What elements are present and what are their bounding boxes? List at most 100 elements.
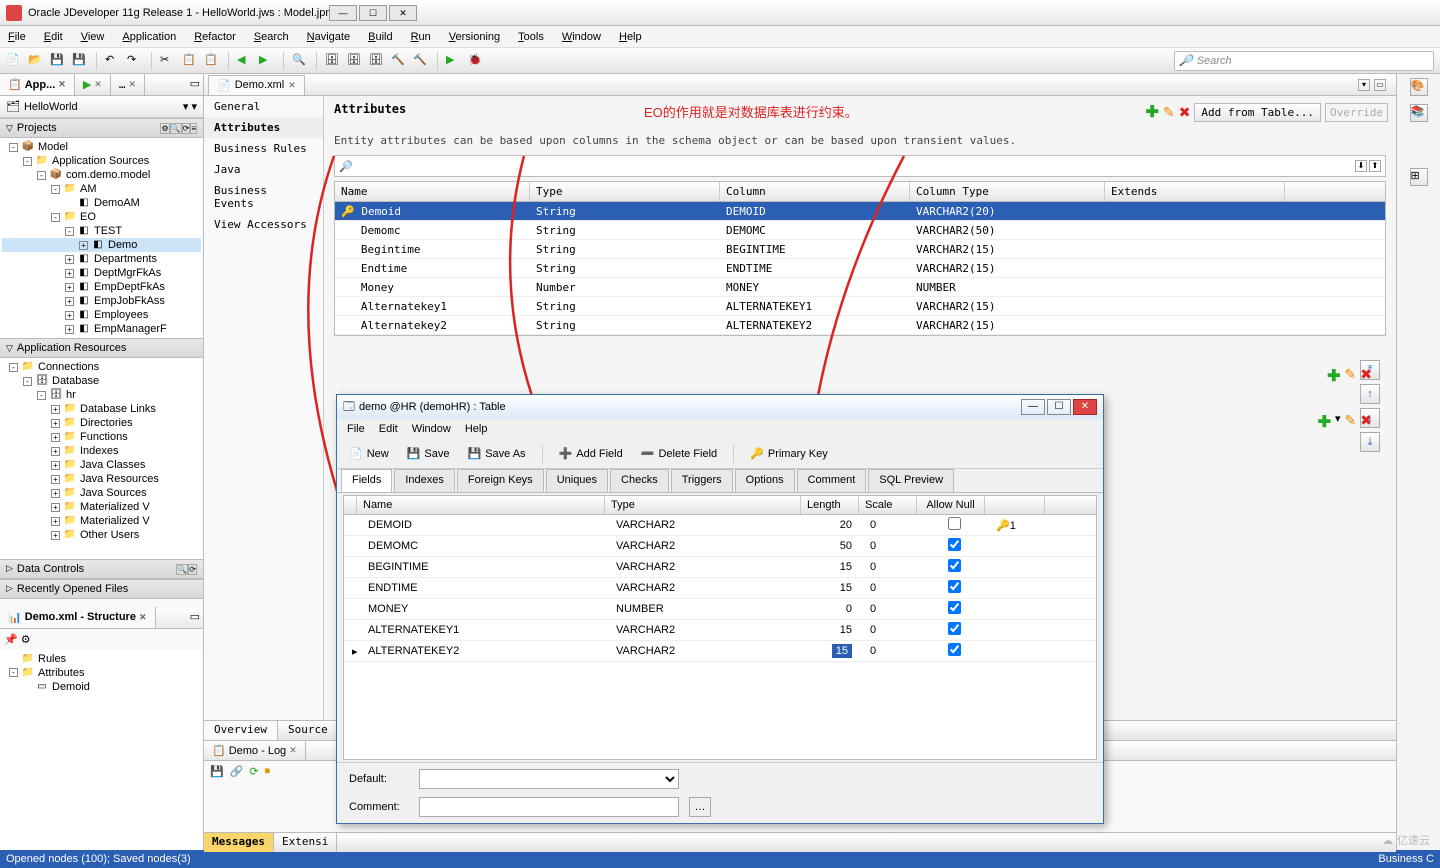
- field-row[interactable]: MONEYNUMBER00: [344, 599, 1096, 620]
- allownull-checkbox[interactable]: [948, 643, 961, 656]
- primary-key-button[interactable]: 🔑Primary Key: [746, 445, 832, 462]
- expand-toggle[interactable]: +: [65, 255, 74, 264]
- col-columntype[interactable]: Column Type: [910, 182, 1105, 201]
- tree-node[interactable]: +📁Other Users: [2, 528, 201, 542]
- close-icon[interactable]: ✕: [58, 79, 66, 90]
- save-icon[interactable]: 💾: [50, 53, 66, 69]
- up-icon[interactable]: ⬆: [1369, 160, 1381, 172]
- tree-node[interactable]: -◧TEST: [2, 224, 201, 238]
- add-from-table-button[interactable]: Add from Table...: [1194, 103, 1321, 122]
- close-icon[interactable]: ✕: [139, 612, 147, 623]
- close-icon[interactable]: ✕: [289, 745, 297, 756]
- dropdown-icon[interactable]: ▾: [1358, 79, 1370, 91]
- field-row[interactable]: ALTERNATEKEY1VARCHAR2150: [344, 620, 1096, 641]
- col-name[interactable]: Name: [357, 496, 605, 514]
- comment-expand-button[interactable]: …: [689, 797, 711, 817]
- attribute-row[interactable]: 🔑 DemoidStringDEMOIDVARCHAR2(20): [335, 202, 1385, 221]
- expand-toggle[interactable]: -: [9, 363, 18, 372]
- copy-icon[interactable]: 📋: [182, 53, 198, 69]
- saveall-icon[interactable]: 💾: [72, 53, 88, 69]
- tree-node[interactable]: -📁AM: [2, 182, 201, 196]
- expand-toggle[interactable]: +: [51, 489, 60, 498]
- allownull-checkbox[interactable]: [948, 601, 961, 614]
- undo-icon[interactable]: ↶: [105, 53, 121, 69]
- tab-indexes[interactable]: Indexes: [394, 469, 455, 492]
- dlg-maximize[interactable]: ☐: [1047, 399, 1071, 415]
- saveas-button[interactable]: 💾Save As: [464, 445, 530, 462]
- structure-tree[interactable]: 📁Rules-📁Attributes ▭Demoid: [0, 650, 203, 850]
- filter-icon[interactable]: 🔎: [339, 160, 353, 173]
- log-link-icon[interactable]: 🔗: [230, 765, 244, 778]
- log-save-icon[interactable]: 💾: [210, 765, 224, 778]
- log-stop-icon[interactable]: ⏹: [265, 765, 271, 778]
- delete-field-button[interactable]: ➖Delete Field: [637, 445, 721, 462]
- menu-edit[interactable]: Edit: [44, 31, 63, 43]
- structure-tab[interactable]: 📊 Demo.xml - Structure ✕: [0, 607, 156, 628]
- tab-checks[interactable]: Checks: [610, 469, 669, 492]
- open-icon[interactable]: 📂: [28, 53, 44, 69]
- field-row[interactable]: DEMOMCVARCHAR2500: [344, 536, 1096, 557]
- tab-source[interactable]: Source: [278, 721, 339, 740]
- expand-toggle[interactable]: +: [65, 311, 74, 320]
- tree-node[interactable]: 📁Rules: [2, 652, 201, 666]
- expand-toggle[interactable]: +: [65, 283, 74, 292]
- recent-files-header[interactable]: ▷Recently Opened Files: [0, 579, 203, 599]
- col-allownull[interactable]: Allow Null: [917, 496, 985, 514]
- add-icon[interactable]: ✚: [1327, 366, 1340, 386]
- new-button[interactable]: 📄New: [345, 445, 393, 462]
- expand-toggle[interactable]: -: [23, 157, 32, 166]
- move-up-icon[interactable]: ↑: [1360, 384, 1380, 404]
- tree-node[interactable]: +◧Demo: [2, 238, 201, 252]
- tree-node[interactable]: +📁Materialized V: [2, 500, 201, 514]
- attribute-row[interactable]: Alternatekey2StringALTERNATEKEY2VARCHAR2…: [335, 316, 1385, 335]
- app-selector[interactable]: 🗂 HelloWorld ▾ ▾: [0, 96, 203, 118]
- tab-messages[interactable]: Messages: [204, 833, 274, 852]
- dlg-menu-file[interactable]: File: [347, 423, 365, 435]
- run-tab[interactable]: ▶✕: [75, 74, 111, 95]
- menu-search[interactable]: Search: [254, 31, 289, 43]
- connections-tree[interactable]: -📁Connections-🗄Database-🗄hr+📁Database Li…: [0, 358, 203, 558]
- tree-node[interactable]: ◧DemoAM: [2, 196, 201, 210]
- default-input[interactable]: [419, 769, 679, 789]
- attribute-row[interactable]: BegintimeStringBEGINTIMEVARCHAR2(15): [335, 240, 1385, 259]
- struct-filter-icon[interactable]: ⚙: [21, 634, 31, 646]
- col-scale[interactable]: Scale: [859, 496, 917, 514]
- section-view-accessors[interactable]: View Accessors: [204, 214, 323, 235]
- forward-icon[interactable]: ▶: [259, 53, 275, 69]
- save-button[interactable]: 💾Save: [403, 445, 454, 462]
- add-icon[interactable]: ✚: [1318, 412, 1331, 432]
- menu-help[interactable]: Help: [619, 31, 642, 43]
- expand-toggle[interactable]: -: [51, 185, 60, 194]
- expand-toggle[interactable]: -: [9, 143, 18, 152]
- restore-icon[interactable]: ▭: [187, 607, 203, 628]
- tree-node[interactable]: +📁Java Resources: [2, 472, 201, 486]
- dlg-minimize[interactable]: —: [1021, 399, 1045, 415]
- new-icon[interactable]: 📄: [6, 53, 22, 69]
- col-key[interactable]: [985, 496, 1045, 514]
- restore-icon[interactable]: ▭: [187, 74, 203, 95]
- project-tree[interactable]: -📦Model-📁Application Sources-📦com.demo.m…: [0, 138, 203, 338]
- expand-toggle[interactable]: -: [51, 213, 60, 222]
- tree-node[interactable]: -📦Model: [2, 140, 201, 154]
- expand-icon[interactable]: ⊞: [1410, 168, 1428, 186]
- log-tab-demo[interactable]: 📋 Demo - Log ✕: [204, 741, 306, 760]
- resource-palette-icon[interactable]: 📚: [1410, 104, 1428, 122]
- app-navigator-tab[interactable]: 📋 App... ✕: [0, 74, 75, 95]
- expand-toggle[interactable]: +: [65, 297, 74, 306]
- close-button[interactable]: ✕: [389, 5, 417, 21]
- tree-node[interactable]: -🗄Database: [2, 374, 201, 388]
- unknown-tab[interactable]: …✕: [111, 74, 145, 95]
- component-palette-icon[interactable]: 🎨: [1410, 78, 1428, 96]
- tree-node[interactable]: -📁Attributes: [2, 666, 201, 680]
- attribute-row[interactable]: EndtimeStringENDTIMEVARCHAR2(15): [335, 259, 1385, 278]
- paste-icon[interactable]: 📋: [204, 53, 220, 69]
- tree-node[interactable]: +📁Database Links: [2, 402, 201, 416]
- allownull-checkbox[interactable]: [948, 538, 961, 551]
- search-input[interactable]: 🔎 Search: [1174, 51, 1434, 71]
- field-row[interactable]: ENDTIMEVARCHAR2150: [344, 578, 1096, 599]
- menu-refactor[interactable]: Refactor: [194, 31, 236, 43]
- expand-toggle[interactable]: [65, 199, 74, 208]
- tab-foreign-keys[interactable]: Foreign Keys: [457, 469, 544, 492]
- add-field-button[interactable]: ➕Add Field: [555, 445, 627, 462]
- menu-run[interactable]: Run: [411, 31, 431, 43]
